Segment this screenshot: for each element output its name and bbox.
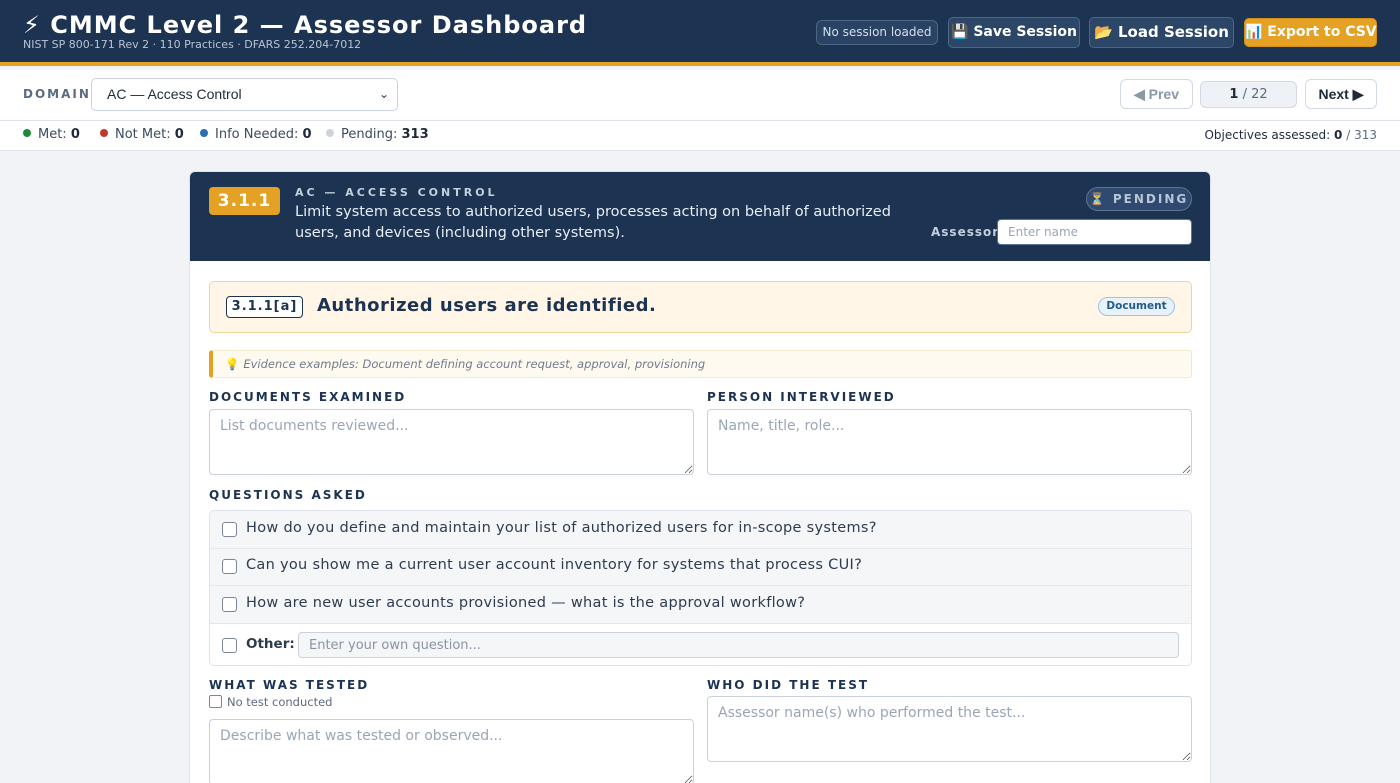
stat-met-value: 0: [70, 127, 80, 142]
documents-examined-label: DOCUMENTS EXAMINED: [209, 390, 407, 404]
other-question-input[interactable]: [298, 632, 1179, 658]
objective-id-badge: 3.1.1[a]: [226, 296, 303, 318]
lightbulb-icon: 💡: [225, 357, 240, 371]
question-row[interactable]: Can you show me a current user account i…: [210, 548, 1191, 586]
domain-select[interactable]: AC — Access Control ⌄: [91, 78, 398, 111]
stat-not-met-value: 0: [174, 127, 184, 142]
other-question-row: Other:: [210, 624, 1191, 665]
what-was-tested-label: WHAT WAS TESTED: [209, 678, 370, 692]
question-text: Can you show me a current user account i…: [246, 557, 863, 573]
assessed-value: 0: [1334, 128, 1343, 142]
stat-info-needed: Info Needed: 0: [200, 127, 312, 142]
practice-domain: AC — ACCESS CONTROL: [295, 186, 498, 199]
session-status-badge: No session loaded: [816, 20, 938, 45]
chevron-down-icon: ⌄: [378, 87, 389, 101]
save-session-button[interactable]: 💾 Save Session: [948, 17, 1080, 48]
current-page: 1: [1229, 87, 1239, 102]
other-question-checkbox[interactable]: [222, 638, 237, 653]
stat-info-value: 0: [302, 127, 312, 142]
not-met-dot-icon: [100, 129, 108, 137]
stat-pending: Pending: 313: [326, 127, 429, 142]
prev-button[interactable]: ◀ Prev: [1120, 79, 1193, 109]
met-dot-icon: [23, 129, 31, 137]
load-session-button[interactable]: 📂 Load Session: [1089, 17, 1234, 48]
practice-id-badge: 3.1.1: [209, 187, 280, 215]
other-label: Other:: [246, 636, 295, 652]
assessed-label: Objectives assessed:: [1204, 128, 1331, 142]
stat-met-label: Met:: [38, 127, 67, 142]
person-interviewed-label: PERSON INTERVIEWED: [707, 390, 896, 404]
person-interviewed-field[interactable]: [707, 409, 1192, 475]
question-row[interactable]: How do you define and maintain your list…: [210, 511, 1191, 549]
no-test-label: No test conducted: [227, 695, 333, 709]
question-row[interactable]: How are new user accounts provisioned — …: [210, 586, 1191, 624]
stats-bar: Met: 0 Not Met: 0 Info Needed: 0 Pending…: [0, 121, 1400, 151]
evidence-examples: 💡 Evidence examples: Document defining ac…: [209, 350, 1192, 378]
question-checkbox[interactable]: [222, 559, 237, 574]
who-did-test-field[interactable]: [707, 696, 1192, 762]
stat-not-met: Not Met: 0: [100, 127, 184, 142]
question-checkbox[interactable]: [222, 597, 237, 612]
stat-info-label: Info Needed:: [215, 127, 299, 142]
documents-examined-field[interactable]: [209, 409, 694, 475]
domain-select-value: AC — Access Control: [107, 86, 242, 102]
stat-pending-value: 313: [401, 127, 429, 142]
objectives-assessed: Objectives assessed: 0 / 313: [1204, 128, 1377, 142]
stat-met: Met: 0: [23, 127, 80, 142]
question-checkbox[interactable]: [222, 522, 237, 537]
app-subtitle: NIST SP 800-171 Rev 2 · 110 Practices · …: [23, 38, 362, 51]
export-csv-button[interactable]: 📊 Export to CSV: [1244, 18, 1377, 47]
domain-label: DOMAIN: [23, 87, 91, 101]
pending-dot-icon: [326, 129, 334, 137]
next-button[interactable]: Next ▶: [1305, 79, 1377, 109]
questions-asked-label: QUESTIONS ASKED: [209, 488, 367, 502]
practice-card: 3.1.1 AC — ACCESS CONTROL Limit system a…: [189, 171, 1211, 783]
status-badge[interactable]: ⏳ PENDING: [1086, 187, 1192, 211]
practice-header: 3.1.1 AC — ACCESS CONTROL Limit system a…: [190, 172, 1210, 261]
objective-type-badge: Document: [1098, 297, 1175, 316]
info-dot-icon: [200, 129, 208, 137]
stat-not-met-label: Not Met:: [115, 127, 171, 142]
domain-bar: DOMAIN AC — Access Control ⌄ ◀ Prev 1 / …: [0, 70, 1400, 121]
objective-title: Authorized users are identified.: [317, 295, 657, 316]
assessed-total: / 313: [1346, 128, 1377, 142]
question-text: How are new user accounts provisioned — …: [246, 595, 806, 611]
no-test-option[interactable]: No test conducted: [209, 695, 332, 709]
app-title: ⚡ CMMC Level 2 — Assessor Dashboard: [23, 11, 588, 39]
no-test-checkbox[interactable]: [209, 695, 222, 708]
evidence-text: Evidence examples: Document defining acc…: [243, 357, 706, 371]
question-text: How do you define and maintain your list…: [246, 520, 877, 536]
total-pages: / 22: [1242, 87, 1268, 102]
practice-description: Limit system access to authorized users,…: [295, 204, 891, 241]
assessor-label: Assessor:: [931, 225, 1005, 239]
assessor-name-input[interactable]: [997, 219, 1192, 245]
what-was-tested-field[interactable]: [209, 719, 694, 783]
app-header: ⚡ CMMC Level 2 — Assessor Dashboard NIST…: [0, 0, 1400, 66]
questions-list: How do you define and maintain your list…: [209, 510, 1192, 666]
who-did-test-label: WHO DID THE TEST: [707, 678, 870, 692]
objective-header: 3.1.1[a] Authorized users are identified…: [209, 281, 1192, 333]
page-indicator: 1 / 22: [1200, 81, 1297, 108]
stat-pending-label: Pending:: [341, 127, 398, 142]
